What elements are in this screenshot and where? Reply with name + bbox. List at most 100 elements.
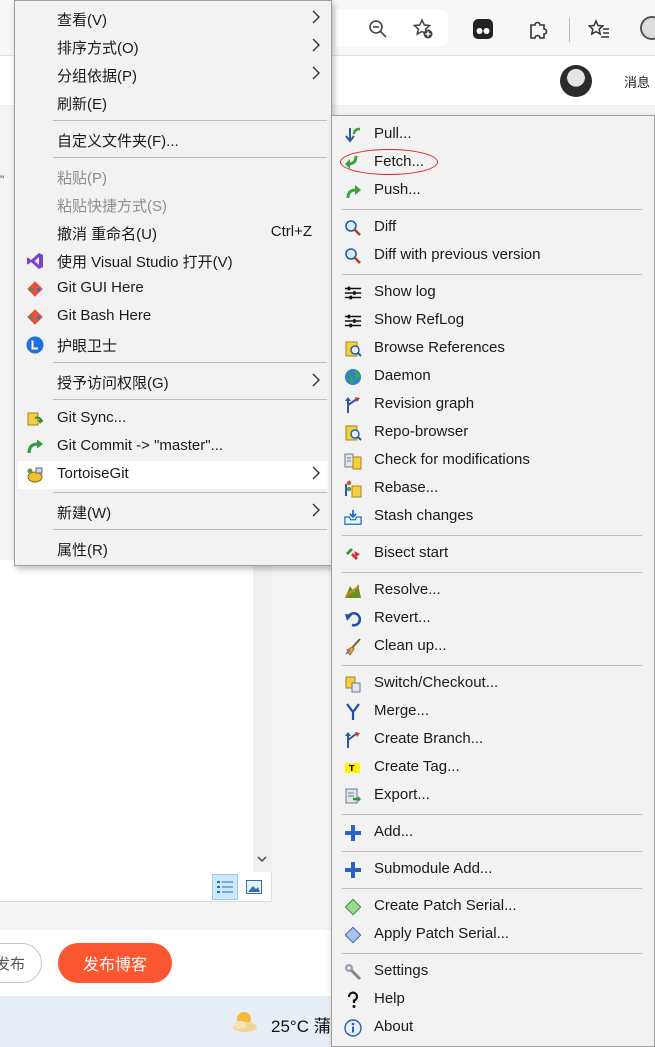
submenu-item-rebase[interactable]: Rebase... bbox=[335, 475, 651, 503]
menu-item-customize-folder[interactable]: 自定义文件夹(F)... bbox=[18, 126, 328, 154]
submenu-item-repo-browser[interactable]: Repo-browser bbox=[335, 419, 651, 447]
submenu-item-label: Stash changes bbox=[374, 507, 474, 524]
submenu-item-check-modifications[interactable]: Check for modifications bbox=[335, 447, 651, 475]
submenu-item-label: Check for modifications bbox=[374, 451, 530, 468]
info-icon bbox=[344, 1019, 362, 1037]
menu-item-sort[interactable]: 排序方式(O) bbox=[18, 33, 328, 61]
publish-blog-button[interactable]: 发布博客 bbox=[58, 943, 172, 983]
resolve-icon bbox=[344, 582, 362, 600]
submenu-item-label: Rebase... bbox=[374, 479, 439, 496]
menu-item-new[interactable]: 新建(W) bbox=[18, 498, 328, 526]
submenu-item-label: Add... bbox=[374, 823, 414, 840]
thumbnail-view-button[interactable] bbox=[241, 874, 267, 900]
tag-icon: T bbox=[344, 759, 362, 777]
submenu-item-revert[interactable]: Revert... bbox=[335, 605, 651, 633]
log-icon bbox=[344, 284, 362, 302]
submenu-item-switch-checkout[interactable]: Switch/Checkout... bbox=[335, 670, 651, 698]
diff-magnifier-icon bbox=[344, 219, 362, 237]
submenu-item-settings[interactable]: Settings bbox=[335, 958, 651, 986]
menu-item-git-bash[interactable]: Git Bash Here bbox=[18, 303, 328, 331]
zoom-out-icon[interactable] bbox=[367, 18, 389, 40]
submenu-item-apply-patch[interactable]: Apply Patch Serial... bbox=[335, 921, 651, 949]
submenu-item-label: Revision graph bbox=[374, 395, 475, 412]
repo-browser-icon bbox=[344, 424, 362, 442]
submenu-item-diff[interactable]: Diff bbox=[335, 214, 651, 242]
tortoisegit-submenu: Pull... Fetch... Push... Diff Diff with … bbox=[331, 115, 655, 1047]
context-menu: 查看(V) 排序方式(O) 分组依据(P) 刷新(E) 自定义文件夹(F)...… bbox=[14, 0, 332, 566]
submenu-item-help[interactable]: Help bbox=[335, 986, 651, 1014]
menu-separator bbox=[342, 851, 642, 852]
submenu-item-show-log[interactable]: Show log bbox=[335, 279, 651, 307]
submenu-item-diff-previous[interactable]: Diff with previous version bbox=[335, 242, 651, 270]
favorites-icon[interactable] bbox=[588, 18, 610, 40]
menu-item-git-sync[interactable]: Git Sync... bbox=[18, 405, 328, 433]
extension-app-icon[interactable] bbox=[472, 18, 494, 40]
weather-sun-cloud-icon[interactable] bbox=[230, 1009, 260, 1035]
menu-item-properties[interactable]: 属性(R) bbox=[18, 535, 328, 563]
git-logo-icon bbox=[26, 308, 44, 326]
menu-item-paste: 粘贴(P) bbox=[18, 163, 328, 191]
chevron-right-icon bbox=[310, 465, 322, 481]
submenu-item-label: Diff with previous version bbox=[374, 246, 541, 263]
visual-studio-icon bbox=[26, 252, 44, 270]
menu-item-label: 刷新(E) bbox=[57, 96, 107, 113]
menu-item-git-gui[interactable]: Git GUI Here bbox=[18, 275, 328, 303]
submenu-item-submodule-add[interactable]: Submodule Add... bbox=[335, 856, 651, 884]
menu-item-refresh[interactable]: 刷新(E) bbox=[18, 89, 328, 117]
menu-item-label: TortoiseGit bbox=[57, 465, 129, 482]
browse-references-icon bbox=[344, 340, 362, 358]
menu-item-group[interactable]: 分组依据(P) bbox=[18, 61, 328, 89]
submenu-item-revision-graph[interactable]: Revision graph bbox=[335, 391, 651, 419]
submenu-item-cleanup[interactable]: Clean up... bbox=[335, 633, 651, 661]
user-avatar[interactable] bbox=[560, 65, 592, 97]
submenu-item-label: Daemon bbox=[374, 367, 431, 384]
publish-secondary-button[interactable]: 发布 bbox=[0, 943, 42, 983]
menu-item-open-visual-studio[interactable]: 使用 Visual Studio 打开(V) bbox=[18, 247, 328, 275]
submenu-item-label: Create Branch... bbox=[374, 730, 484, 747]
submenu-item-create-patch[interactable]: Create Patch Serial... bbox=[335, 893, 651, 921]
submenu-item-label: Clean up... bbox=[374, 637, 447, 654]
check-modifications-icon bbox=[344, 452, 362, 470]
toolbar-divider bbox=[569, 18, 570, 42]
plus-icon bbox=[344, 861, 362, 879]
messages-link[interactable]: 消息 bbox=[624, 72, 650, 91]
submenu-item-bisect-start[interactable]: Bisect start bbox=[335, 540, 651, 568]
add-favorite-icon[interactable] bbox=[412, 18, 434, 40]
editor-quote-char: " bbox=[0, 173, 5, 187]
submenu-item-pull[interactable]: Pull... bbox=[335, 121, 651, 149]
menu-item-git-commit[interactable]: Git Commit -> "master"... bbox=[18, 433, 328, 461]
globe-icon bbox=[344, 368, 362, 386]
menu-item-label: 护眼卫士 bbox=[57, 338, 118, 355]
menu-separator bbox=[53, 492, 327, 493]
menu-separator bbox=[342, 209, 642, 210]
scroll-down-arrow-icon[interactable] bbox=[255, 852, 269, 868]
menu-item-undo-rename[interactable]: 撤消 重命名(U) Ctrl+Z bbox=[18, 219, 328, 247]
submenu-item-show-reflog[interactable]: Show RefLog bbox=[335, 307, 651, 335]
menu-item-grant-access[interactable]: 授予访问权限(G) bbox=[18, 368, 328, 396]
plus-icon bbox=[344, 824, 362, 842]
bisect-icon bbox=[344, 545, 362, 563]
submenu-item-export[interactable]: Export... bbox=[335, 782, 651, 810]
submenu-item-label: Submodule Add... bbox=[374, 860, 493, 877]
details-view-button[interactable] bbox=[212, 874, 238, 900]
submenu-item-about[interactable]: About bbox=[335, 1014, 651, 1042]
submenu-item-stash[interactable]: Stash changes bbox=[335, 503, 651, 531]
submenu-item-add[interactable]: Add... bbox=[335, 819, 651, 847]
menu-item-label: 属性(R) bbox=[57, 542, 108, 559]
submenu-item-resolve[interactable]: Resolve... bbox=[335, 577, 651, 605]
submenu-item-create-tag[interactable]: T Create Tag... bbox=[335, 754, 651, 782]
submenu-item-push[interactable]: Push... bbox=[335, 177, 651, 205]
submenu-item-daemon[interactable]: Daemon bbox=[335, 363, 651, 391]
menu-item-eye-guard[interactable]: 护眼卫士 bbox=[18, 331, 328, 359]
menu-item-tortoisegit[interactable]: TortoiseGit bbox=[18, 461, 328, 489]
menu-item-view[interactable]: 查看(V) bbox=[18, 5, 328, 33]
submenu-item-merge[interactable]: Merge... bbox=[335, 698, 651, 726]
revision-graph-icon bbox=[344, 396, 362, 414]
scrollbar[interactable] bbox=[253, 560, 272, 872]
extensions-puzzle-icon[interactable] bbox=[527, 18, 549, 40]
submenu-item-browse-references[interactable]: Browse References bbox=[335, 335, 651, 363]
submenu-item-create-branch[interactable]: Create Branch... bbox=[335, 726, 651, 754]
weather-trailing-text: 蒲 bbox=[313, 1017, 331, 1036]
submenu-item-label: About bbox=[374, 1018, 414, 1035]
menu-item-label: 查看(V) bbox=[57, 12, 107, 29]
